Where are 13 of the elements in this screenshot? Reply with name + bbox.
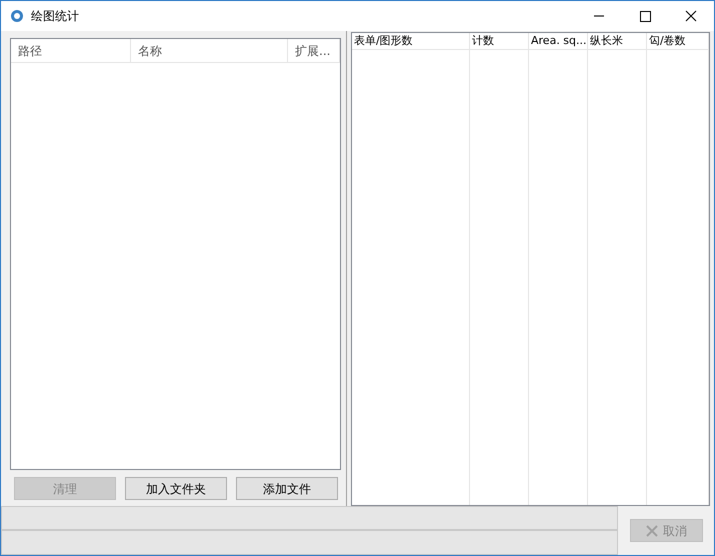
column-header[interactable]: 名称 <box>131 39 288 62</box>
cross-icon <box>645 524 659 538</box>
window-title: 绘图统计 <box>31 8 79 25</box>
column-header[interactable]: 纵长米 <box>588 33 647 49</box>
column-header[interactable]: 表单/图形数 <box>352 33 470 49</box>
column-header[interactable]: 计数 <box>470 33 529 49</box>
column-header[interactable]: 路径 <box>11 39 131 62</box>
column-header[interactable]: 匃/卷数 <box>647 33 709 49</box>
app-icon <box>9 8 25 24</box>
action-button[interactable]: 加入文件夹 <box>125 477 227 500</box>
column-header[interactable]: Area. sq.... <box>529 33 588 49</box>
column-header[interactable]: 扩展... <box>288 39 340 62</box>
action-button[interactable]: 添加文件 <box>236 477 338 500</box>
